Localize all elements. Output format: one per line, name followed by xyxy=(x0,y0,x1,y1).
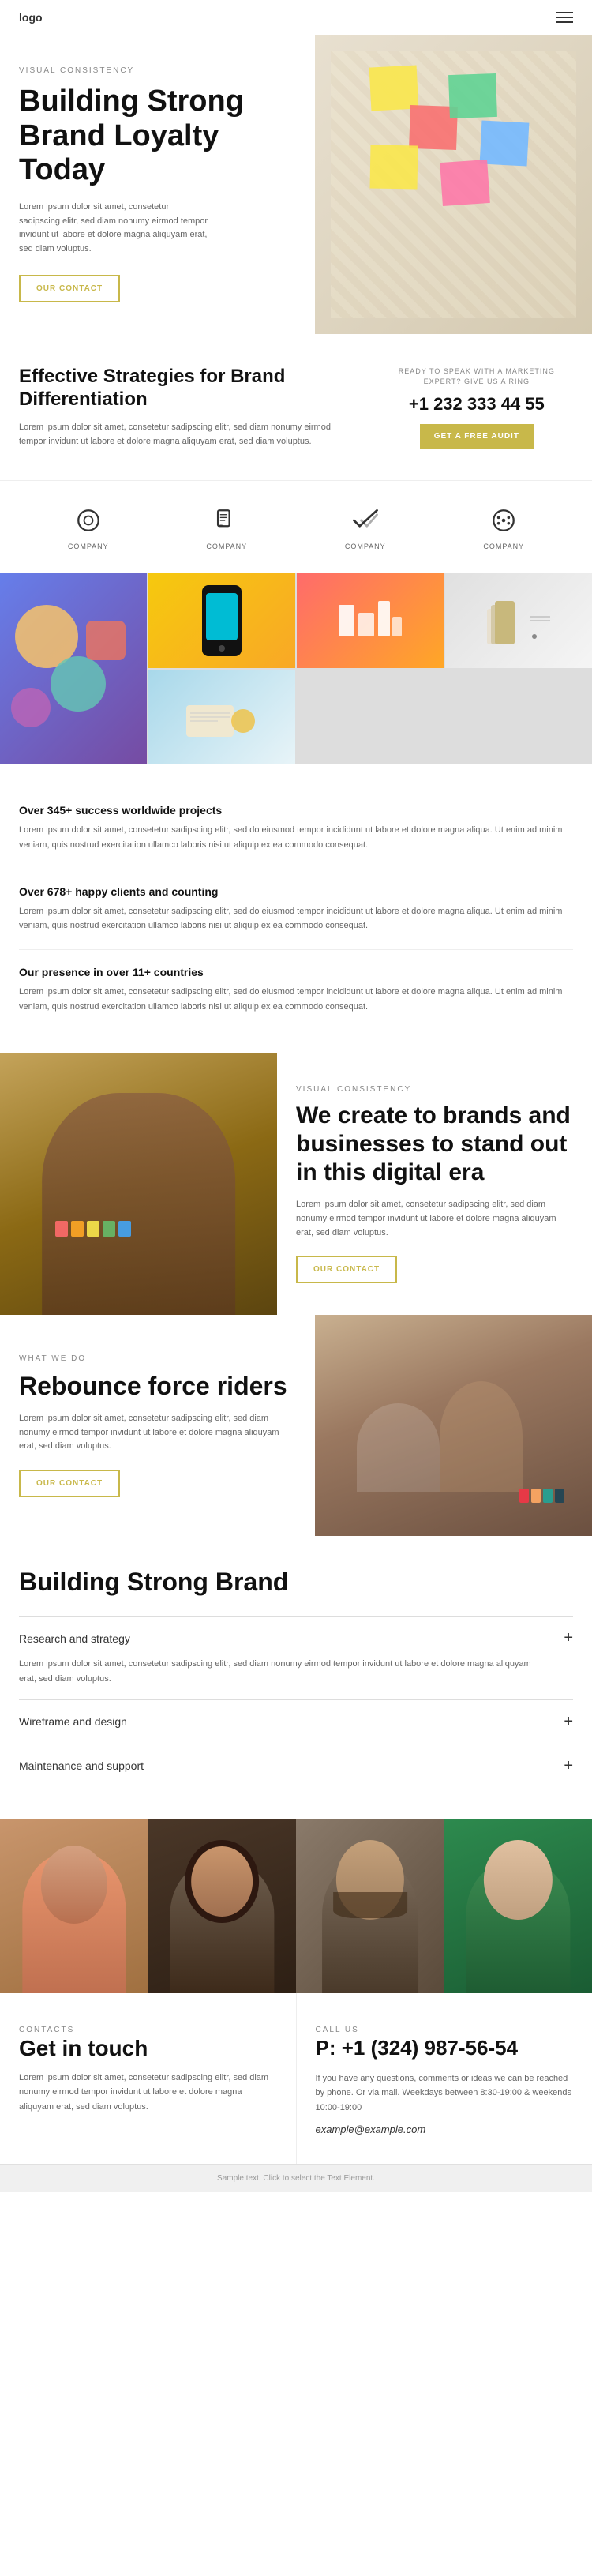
stat-title-3: Our presence in over 11+ countries xyxy=(19,966,573,978)
footer-note: Sample text. Click to select the Text El… xyxy=(0,2164,592,2192)
stat-title-2: Over 678+ happy clients and counting xyxy=(19,885,573,898)
check-icon xyxy=(348,503,383,538)
contacts-title: Get in touch xyxy=(19,2036,277,2061)
accordion-icon-3: + xyxy=(564,1757,573,1775)
contacts-section: CONTACTS Get in touch Lorem ipsum dolor … xyxy=(0,1993,592,2164)
sticky-notes-decoration xyxy=(347,58,576,318)
brand-title: Effective Strategies for Brand Different… xyxy=(19,366,357,411)
brand2-section: VISUAL CONSISTENCY We create to brands a… xyxy=(0,1053,592,1315)
whatwedo-image xyxy=(315,1315,592,1536)
team-member-2 xyxy=(148,1819,297,1993)
team-member-3 xyxy=(296,1819,444,1993)
accordion-label-3: Maintenance and support xyxy=(19,1759,144,1772)
whatwedo-cta-button[interactable]: OUR CONTACT xyxy=(19,1470,120,1497)
logo-item-2: COMPANY xyxy=(206,503,247,550)
accordion-content-1: Lorem ipsum dolor sit amet, consetetur s… xyxy=(19,1657,573,1686)
whatwedo-description: Lorem ipsum dolor sit amet, consetetur s… xyxy=(19,1412,296,1454)
brand2-image xyxy=(0,1053,277,1315)
gallery-item-3 xyxy=(297,573,444,668)
stat-desc-2: Lorem ipsum dolor sit amet, consetetur s… xyxy=(19,904,573,933)
logos-row: COMPANY COMPANY COMPANY xyxy=(0,480,592,573)
building-title: Building Strong Brand xyxy=(19,1568,573,1597)
accordion-item-1: Research and strategy + Lorem ipsum dolo… xyxy=(19,1616,573,1699)
brand-differentiation-section: Effective Strategies for Brand Different… xyxy=(0,334,592,480)
whatwedo-tag: WHAT WE DO xyxy=(19,1354,296,1363)
hero-title: Building Strong Brand Loyalty Today xyxy=(19,84,296,188)
logo-item-3: COMPANY xyxy=(345,503,386,550)
logo-label-1: COMPANY xyxy=(68,543,109,550)
brand2-description: Lorem ipsum dolor sit amet, consetetur s… xyxy=(296,1198,573,1240)
whatwedo-section: WHAT WE DO Rebounce force riders Lorem i… xyxy=(0,1315,592,1536)
stats-section: Over 345+ success worldwide projects Lor… xyxy=(0,764,592,1053)
whatwedo-left: WHAT WE DO Rebounce force riders Lorem i… xyxy=(0,1315,315,1536)
whatwedo-title: Rebounce force riders xyxy=(19,1371,296,1401)
logo-item-1: COMPANY xyxy=(68,503,109,550)
hero-cta-button[interactable]: OUR CONTACT xyxy=(19,275,120,302)
accordion-header-2[interactable]: Wireframe and design + xyxy=(19,1713,573,1731)
stat-item-2: Over 678+ happy clients and counting Lor… xyxy=(19,869,573,950)
brand-call-label: READY TO SPEAK WITH A MARKETING EXPERT? … xyxy=(380,366,573,388)
team-member-1 xyxy=(0,1819,148,1993)
accordion-item-3: Maintenance and support + xyxy=(19,1744,573,1788)
brand2-tag: VISUAL CONSISTENCY xyxy=(296,1085,573,1094)
callus-description: If you have any questions, comments or i… xyxy=(316,2071,574,2116)
hero-left: VISUAL CONSISTENCY Building Strong Brand… xyxy=(0,35,315,334)
stat-item-1: Over 345+ success worldwide projects Lor… xyxy=(19,788,573,869)
callus-email: example@example.com xyxy=(316,2124,574,2135)
brand-phone: +1 232 333 44 55 xyxy=(380,394,573,415)
stat-desc-3: Lorem ipsum dolor sit amet, consetetur s… xyxy=(19,985,573,1014)
hamburger-menu-button[interactable] xyxy=(556,12,573,23)
logo-item-4: COMPANY xyxy=(483,503,524,550)
accordion-icon-1: + xyxy=(564,1629,573,1647)
callus-tag: CALL US xyxy=(316,2026,359,2034)
gallery-item-1 xyxy=(0,573,147,764)
logo-label-3: COMPANY xyxy=(345,543,386,550)
logo-label-4: COMPANY xyxy=(483,543,524,550)
accordion-icon-2: + xyxy=(564,1713,573,1731)
contacts-right: CALL US P: +1 (324) 987-56-54 If you hav… xyxy=(297,1993,592,2164)
book-icon xyxy=(209,503,244,538)
footer-note-text: Sample text. Click to select the Text El… xyxy=(217,2174,375,2183)
contacts-tag: CONTACTS xyxy=(19,2026,74,2034)
navigation: logo xyxy=(0,0,592,35)
contacts-left: CONTACTS Get in touch Lorem ipsum dolor … xyxy=(0,1993,297,2164)
accordion-header-3[interactable]: Maintenance and support + xyxy=(19,1757,573,1775)
logo: logo xyxy=(19,11,43,24)
hero-description: Lorem ipsum dolor sit amet, consetetur s… xyxy=(19,201,208,256)
brand2-right: VISUAL CONSISTENCY We create to brands a… xyxy=(277,1053,592,1315)
brand2-title: We create to brands and businesses to st… xyxy=(296,1102,573,1187)
brand-left: Effective Strategies for Brand Different… xyxy=(19,366,357,449)
hero-image xyxy=(315,35,592,334)
gallery-item-2 xyxy=(148,573,295,668)
accordion-label-1: Research and strategy xyxy=(19,1632,130,1645)
accordion-item-2: Wireframe and design + xyxy=(19,1699,573,1744)
gallery-item-4 xyxy=(445,573,592,668)
brand2-cta-button[interactable]: OUR CONTACT xyxy=(296,1256,397,1283)
stat-item-3: Our presence in over 11+ countries Lorem… xyxy=(19,950,573,1030)
callus-phone: P: +1 (324) 987-56-54 xyxy=(316,2036,574,2060)
team-section xyxy=(0,1819,592,1993)
building-strong-brand-section: Building Strong Brand Research and strat… xyxy=(0,1536,592,1819)
gallery-section xyxy=(0,573,592,764)
stat-desc-1: Lorem ipsum dolor sit amet, consetetur s… xyxy=(19,823,573,852)
stat-title-1: Over 345+ success worldwide projects xyxy=(19,804,573,817)
contacts-description: Lorem ipsum dolor sit amet, consetetur s… xyxy=(19,2071,277,2115)
logo-label-2: COMPANY xyxy=(206,543,247,550)
circle-dots-icon xyxy=(486,503,521,538)
gallery-item-5 xyxy=(148,670,295,764)
brand-description: Lorem ipsum dolor sit amet, consetetur s… xyxy=(19,421,357,449)
hero-tag: VISUAL CONSISTENCY xyxy=(19,66,296,75)
circle-icon xyxy=(71,503,106,538)
accordion-header-1[interactable]: Research and strategy + xyxy=(19,1629,573,1647)
team-member-4 xyxy=(444,1819,592,1993)
brand-cta-button[interactable]: GET A FREE AUDIT xyxy=(420,424,534,449)
accordion-label-2: Wireframe and design xyxy=(19,1715,127,1728)
hero-section: VISUAL CONSISTENCY Building Strong Brand… xyxy=(0,35,592,334)
brand-right: READY TO SPEAK WITH A MARKETING EXPERT? … xyxy=(380,366,573,449)
